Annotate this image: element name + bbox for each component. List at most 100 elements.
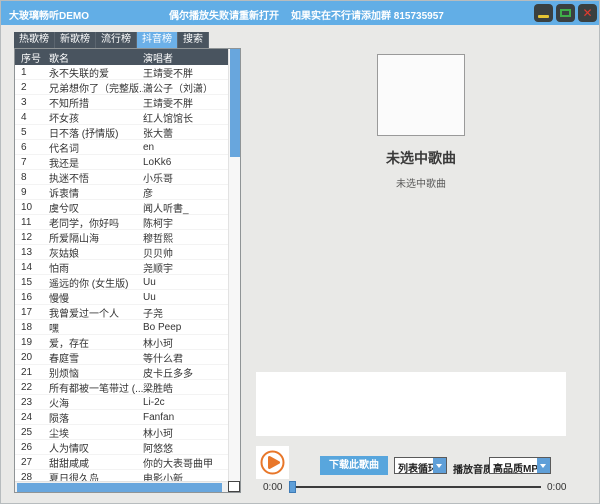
download-button[interactable]: 下载此歌曲 xyxy=(320,456,388,475)
table-row[interactable]: 21别烦恼皮卡丘多多 xyxy=(15,365,228,380)
cell-song: 兄弟想你了（完整版... xyxy=(49,80,143,95)
cell-song: 诉衷情 xyxy=(49,185,143,200)
cell-artist: 穆哲熙 xyxy=(143,230,228,245)
notice-text-2: 如果实在不行请添加群 815735957 xyxy=(291,7,444,22)
cell-artist: Uu xyxy=(143,292,228,303)
table-header: 序号 歌名 演唱者 xyxy=(15,49,228,65)
notice-text-1: 偶尔播放失败请重新打开 xyxy=(169,7,279,22)
cell-song: 陨落 xyxy=(49,410,143,425)
cell-song: 人为情叹 xyxy=(49,440,143,455)
cell-index: 27 xyxy=(21,457,49,468)
cell-song: 日不落 (抒情版) xyxy=(49,125,143,140)
cell-index: 25 xyxy=(21,427,49,438)
table-row[interactable]: 6代名词en xyxy=(15,140,228,155)
header-song: 歌名 xyxy=(49,50,143,65)
time-total: 0:00 xyxy=(547,482,566,493)
cell-artist: Fanfan xyxy=(143,412,228,423)
minimize-button[interactable] xyxy=(534,4,553,22)
vertical-scrollbar[interactable] xyxy=(228,49,240,481)
cell-song: 嘿 xyxy=(49,320,143,335)
cell-index: 1 xyxy=(21,67,49,78)
chevron-down-icon[interactable] xyxy=(433,458,446,473)
table-row[interactable]: 4坏女孩红人馆馆长 xyxy=(15,110,228,125)
table-row[interactable]: 20春庭雪等什么君 xyxy=(15,350,228,365)
h-scrollbar-thumb[interactable] xyxy=(17,483,222,492)
table-row[interactable]: 12所爱隔山海穆哲熙 xyxy=(15,230,228,245)
app-window: 大玻璃畅听DEMO 偶尔播放失败请重新打开 如果实在不行请添加群 8157359… xyxy=(0,0,600,504)
table-row[interactable]: 7我还是LoKk6 xyxy=(15,155,228,170)
cell-song: 所爱隔山海 xyxy=(49,230,143,245)
table-row[interactable]: 5日不落 (抒情版)张大蕾 xyxy=(15,125,228,140)
cell-index: 23 xyxy=(21,397,49,408)
cell-song: 遥远的你 (女生版) xyxy=(49,275,143,290)
table-row[interactable]: 27甜甜咸咸你的大表哥曲甲 xyxy=(15,455,228,470)
cell-song: 甜甜咸咸 xyxy=(49,455,143,470)
loop-mode-select[interactable]: 列表循环 xyxy=(394,457,447,474)
table-row[interactable]: 13灰姑娘贝贝帅 xyxy=(15,245,228,260)
horizontal-scrollbar[interactable] xyxy=(15,481,228,492)
table-row[interactable]: 26人为情叹阿悠悠 xyxy=(15,440,228,455)
slider-track[interactable] xyxy=(289,486,541,488)
loop-mode-value: 列表循环 xyxy=(398,460,438,475)
cell-artist: 你的大表哥曲甲 xyxy=(143,455,228,470)
cell-song: 虞兮叹 xyxy=(49,200,143,215)
table-row[interactable]: 22所有都被一笔带过 (...梁胜皓 xyxy=(15,380,228,395)
tab-trending[interactable]: 流行榜 xyxy=(96,32,137,48)
v-scrollbar-thumb[interactable] xyxy=(230,49,240,157)
table-row[interactable]: 3不知所措王靖雯不胖 xyxy=(15,95,228,110)
cell-song: 代名词 xyxy=(49,140,143,155)
maximize-icon xyxy=(560,9,571,17)
chart-tabs: 热歌榜 新歌榜 流行榜 抖音榜 搜索 xyxy=(14,32,209,48)
cell-index: 4 xyxy=(21,112,49,123)
table-row[interactable]: 15遥远的你 (女生版)Uu xyxy=(15,275,228,290)
tab-douyin[interactable]: 抖音榜 xyxy=(137,32,178,48)
cell-song: 火海 xyxy=(49,395,143,410)
table-row[interactable]: 17我曾爱过一个人子尧 xyxy=(15,305,228,320)
table-row[interactable]: 23火海Li-2c xyxy=(15,395,228,410)
table-row[interactable]: 10虞兮叹闻人听書_ xyxy=(15,200,228,215)
cell-song: 所有都被一笔带过 (... xyxy=(49,380,143,395)
cell-song: 我还是 xyxy=(49,155,143,170)
cell-artist: 等什么君 xyxy=(143,350,228,365)
maximize-button[interactable] xyxy=(556,4,575,22)
table-row[interactable]: 16慢慢Uu xyxy=(15,290,228,305)
table-row[interactable]: 18嘿Bo Peep xyxy=(15,320,228,335)
cell-artist: 红人馆馆长 xyxy=(143,110,228,125)
no-song-subtitle: 未选中歌曲 xyxy=(241,175,600,190)
table-row[interactable]: 25尘埃林小珂 xyxy=(15,425,228,440)
play-button[interactable] xyxy=(256,446,289,479)
song-table: 序号 歌名 演唱者 1永不失联的爱王靖雯不胖2兄弟想你了（完整版...潇公子（刘… xyxy=(14,48,241,493)
cell-index: 19 xyxy=(21,337,49,348)
quality-select[interactable]: 高品质MP3 xyxy=(489,457,551,474)
quality-value: 高品质MP3 xyxy=(493,460,544,475)
window-title: 大玻璃畅听DEMO xyxy=(9,7,89,22)
cell-song: 不知所措 xyxy=(49,95,143,110)
close-button[interactable]: ✕ xyxy=(578,4,597,22)
cell-artist: 张大蕾 xyxy=(143,125,228,140)
cell-artist: 潇公子（刘潇） xyxy=(143,80,228,95)
table-row[interactable]: 8执迷不悟小乐哥 xyxy=(15,170,228,185)
cell-artist: Uu xyxy=(143,277,228,288)
cell-artist: 小乐哥 xyxy=(143,170,228,185)
tab-new-songs[interactable]: 新歌榜 xyxy=(55,32,96,48)
cell-artist: 尧顺宇 xyxy=(143,260,228,275)
progress-slider[interactable] xyxy=(289,481,541,493)
header-index: 序号 xyxy=(21,50,49,65)
table-row[interactable]: 9诉衷情彦 xyxy=(15,185,228,200)
cell-song: 春庭雪 xyxy=(49,350,143,365)
table-row[interactable]: 1永不失联的爱王靖雯不胖 xyxy=(15,65,228,80)
cell-index: 12 xyxy=(21,232,49,243)
table-row[interactable]: 24陨落Fanfan xyxy=(15,410,228,425)
cell-artist: en xyxy=(143,142,228,153)
table-row[interactable]: 19爱，存在林小珂 xyxy=(15,335,228,350)
tab-search[interactable]: 搜索 xyxy=(178,32,209,48)
tab-hot-songs[interactable]: 热歌榜 xyxy=(14,32,55,48)
table-row[interactable]: 11老同学，你好吗陈柯宇 xyxy=(15,215,228,230)
header-artist: 演唱者 xyxy=(143,50,228,65)
table-row[interactable]: 2兄弟想你了（完整版...潇公子（刘潇） xyxy=(15,80,228,95)
cell-song: 怕雨 xyxy=(49,260,143,275)
slider-handle[interactable] xyxy=(289,481,296,493)
chevron-down-icon[interactable] xyxy=(537,458,550,473)
table-row[interactable]: 14怕雨尧顺宇 xyxy=(15,260,228,275)
titlebar: 大玻璃畅听DEMO 偶尔播放失败请重新打开 如果实在不行请添加群 8157359… xyxy=(1,1,599,25)
